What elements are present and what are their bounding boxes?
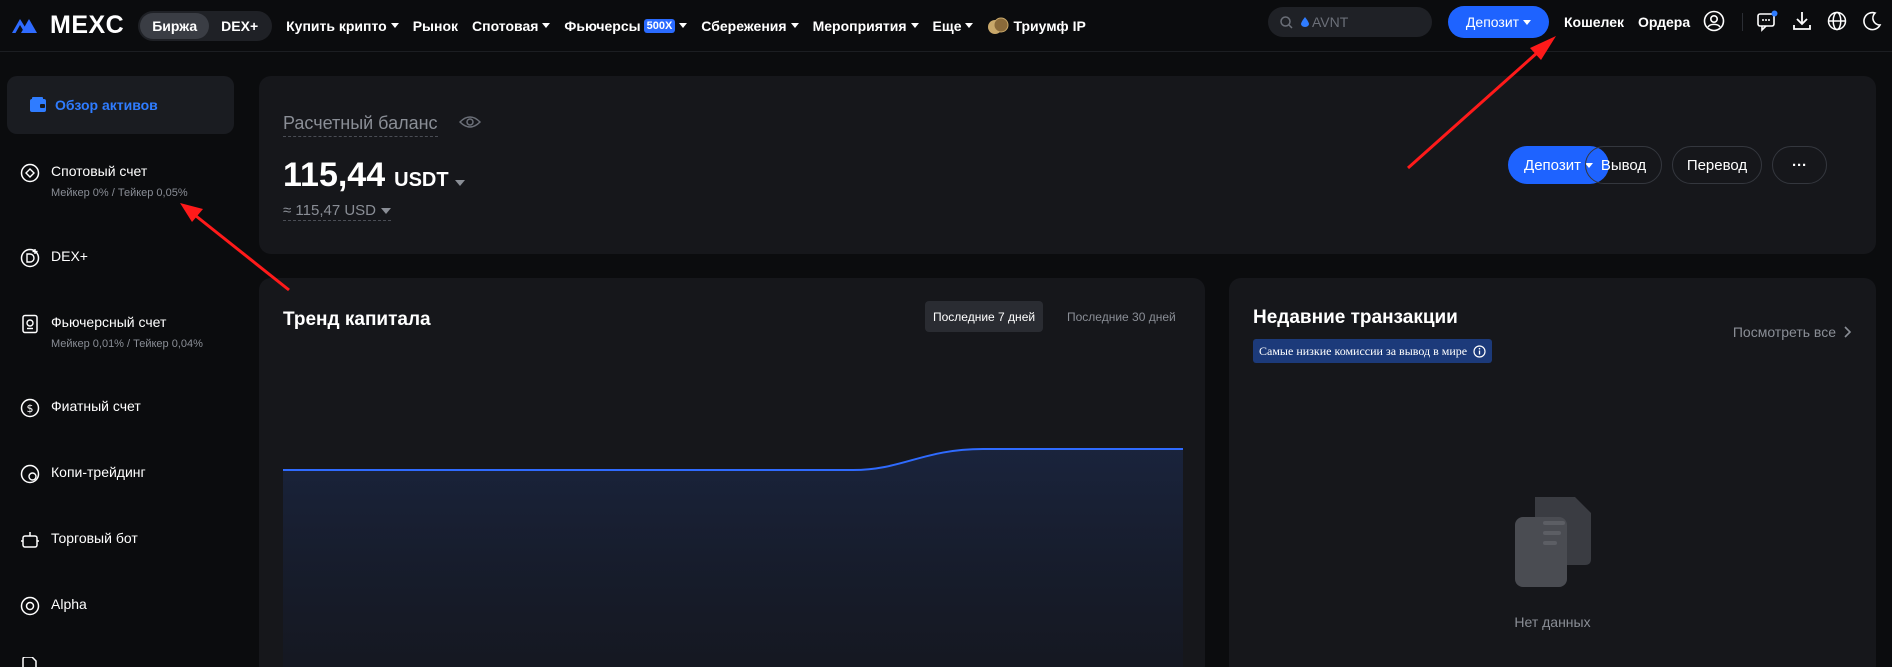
alpha-icon xyxy=(20,596,40,616)
wallet-link[interactable]: Кошелек xyxy=(1564,0,1624,44)
balance-currency[interactable]: USDT xyxy=(394,169,448,192)
nav-buy-crypto[interactable]: Купить крипто xyxy=(286,18,399,34)
mexc-logo[interactable]: MEXC xyxy=(12,11,124,40)
sidebar-item-trading-bot[interactable]: Торговый бот xyxy=(20,528,138,550)
nav-events[interactable]: Мероприятия xyxy=(813,18,919,34)
user-icon[interactable] xyxy=(1703,10,1725,32)
market-switch: Биржа DEX+ xyxy=(138,10,273,41)
nav-market[interactable]: Рынок xyxy=(413,18,458,34)
sidebar-item-label: Торговый бот xyxy=(51,530,138,546)
eye-icon[interactable] xyxy=(459,114,481,130)
chevron-down-icon xyxy=(381,207,392,214)
leverage-badge: 500X xyxy=(643,18,676,33)
token-drop-icon xyxy=(1301,17,1309,27)
divider xyxy=(1742,13,1743,31)
promo-badge[interactable]: Самые низкие комиссии за вывод в мире xyxy=(1253,339,1493,363)
chevron-right-icon xyxy=(1844,326,1852,338)
main-nav: Купить крипто Рынок Спотовая Фьючерсы 500… xyxy=(286,17,1100,35)
sidebar-item-label: Фьючерсный счет xyxy=(51,314,167,330)
fee-info: Мейкер 0,01% / Тейкер 0,04% xyxy=(51,338,203,350)
sidebar-item-label: Копи-трейдинг xyxy=(51,464,146,480)
globe-icon[interactable] xyxy=(1826,10,1848,32)
sidebar-item-label: Обзор активов xyxy=(55,97,158,113)
chevron-down-icon xyxy=(910,23,919,28)
fee-info: Мейкер 0% / Тейкер 0,05% xyxy=(51,187,188,199)
segment-dex[interactable]: DEX+ xyxy=(209,13,270,39)
download-icon[interactable] xyxy=(1791,10,1813,32)
dex-icon xyxy=(20,248,40,268)
sidebar-item-dex[interactable]: DEX+ xyxy=(20,246,88,268)
chevron-down-icon xyxy=(965,23,974,28)
search-input[interactable]: AVNT xyxy=(1268,7,1432,37)
card-title: Тренд капитала xyxy=(283,309,431,330)
sidebar-item-label: Фиатный счет xyxy=(51,398,141,414)
nav-more[interactable]: Еще xyxy=(933,18,974,34)
balance-title: Расчетный баланс xyxy=(283,113,438,137)
empty-state-text: Нет данных xyxy=(1514,614,1591,630)
capital-trend-card: Тренд капитала Последние 7 дней Последни… xyxy=(259,278,1205,667)
search-icon xyxy=(1280,15,1293,29)
futures-icon xyxy=(22,314,38,334)
recent-transactions-card: Недавние транзакции Самые низкие комисси… xyxy=(1229,278,1876,667)
segment-exchange[interactable]: Биржа xyxy=(140,12,210,39)
capital-trend-chart xyxy=(283,448,1183,667)
sidebar-item-futures-account[interactable]: Фьючерсный счет Мейкер 0,01% / Тейкер 0,… xyxy=(20,312,203,350)
chevron-down-icon xyxy=(679,23,688,28)
more-options-button[interactable]: ··· xyxy=(1772,146,1827,184)
dollar-icon: $ xyxy=(20,398,40,418)
nav-spot[interactable]: Спотовая xyxy=(472,18,551,34)
card-title: Недавние транзакции xyxy=(1253,307,1458,328)
chevron-down-icon xyxy=(790,23,799,28)
logo-text: MEXC xyxy=(50,11,125,39)
sidebar: Обзор активов Спотовый счет Мейкер 0% / … xyxy=(0,53,245,667)
trend-area xyxy=(283,449,1183,667)
nav-futures[interactable]: Фьючерсы 500X xyxy=(564,18,688,34)
sidebar-item-label: Alpha xyxy=(51,596,87,612)
search-placeholder: AVNT xyxy=(1312,14,1349,30)
coins-icon xyxy=(988,17,1009,34)
balance-amount: 115,44 USDT xyxy=(283,156,465,195)
deposit-button-top[interactable]: Депозит xyxy=(1448,6,1549,38)
chevron-down-icon xyxy=(1523,19,1532,25)
sidebar-item-alpha[interactable]: Alpha xyxy=(20,594,87,616)
transfer-button[interactable]: Перевод xyxy=(1672,146,1762,184)
balance-value: 115,44 xyxy=(283,156,386,194)
sidebar-item-spot-account[interactable]: Спотовый счет Мейкер 0% / Тейкер 0,05% xyxy=(20,161,188,199)
balance-card: Расчетный баланс 115,44 USDT ≈ 115,47 US… xyxy=(259,76,1876,254)
tab-last-7-days[interactable]: Последние 7 дней xyxy=(925,301,1044,332)
spot-icon xyxy=(20,163,40,183)
nav-triumph-ip[interactable]: Триумф IP xyxy=(987,17,1086,35)
svg-text:$: $ xyxy=(27,402,34,415)
chevron-down-icon xyxy=(542,23,551,28)
message-icon[interactable] xyxy=(1756,10,1778,32)
tab-last-30-days[interactable]: Последние 30 дней xyxy=(1059,301,1184,332)
info-icon xyxy=(1473,344,1486,358)
logo-icon xyxy=(12,18,37,33)
chevron-down-icon[interactable] xyxy=(454,180,465,186)
bot-icon xyxy=(21,532,39,548)
sidebar-item-assets-overview[interactable]: Обзор активов xyxy=(7,76,234,134)
nav-savings[interactable]: Сбережения xyxy=(701,18,799,34)
moon-icon[interactable] xyxy=(1861,10,1883,32)
view-all-link[interactable]: Посмотреть все xyxy=(1733,324,1852,340)
sidebar-item-copy-trading[interactable]: Копи-трейдинг xyxy=(20,462,146,484)
wallet-icon xyxy=(30,97,46,112)
document-icon xyxy=(22,657,37,667)
chevron-down-icon xyxy=(390,23,399,28)
orders-link[interactable]: Ордера xyxy=(1638,0,1690,44)
empty-state-icon xyxy=(1515,497,1591,587)
copy-trading-icon xyxy=(20,464,40,484)
balance-usd-equivalent[interactable]: ≈ 115,47 USD xyxy=(283,202,392,221)
withdraw-button[interactable]: Вывод xyxy=(1585,146,1662,184)
sidebar-item-fiat-account[interactable]: $ Фиатный счет xyxy=(20,396,141,418)
sidebar-item-label: DEX+ xyxy=(51,248,88,264)
sidebar-item-label: Спотовый счет xyxy=(51,163,148,179)
